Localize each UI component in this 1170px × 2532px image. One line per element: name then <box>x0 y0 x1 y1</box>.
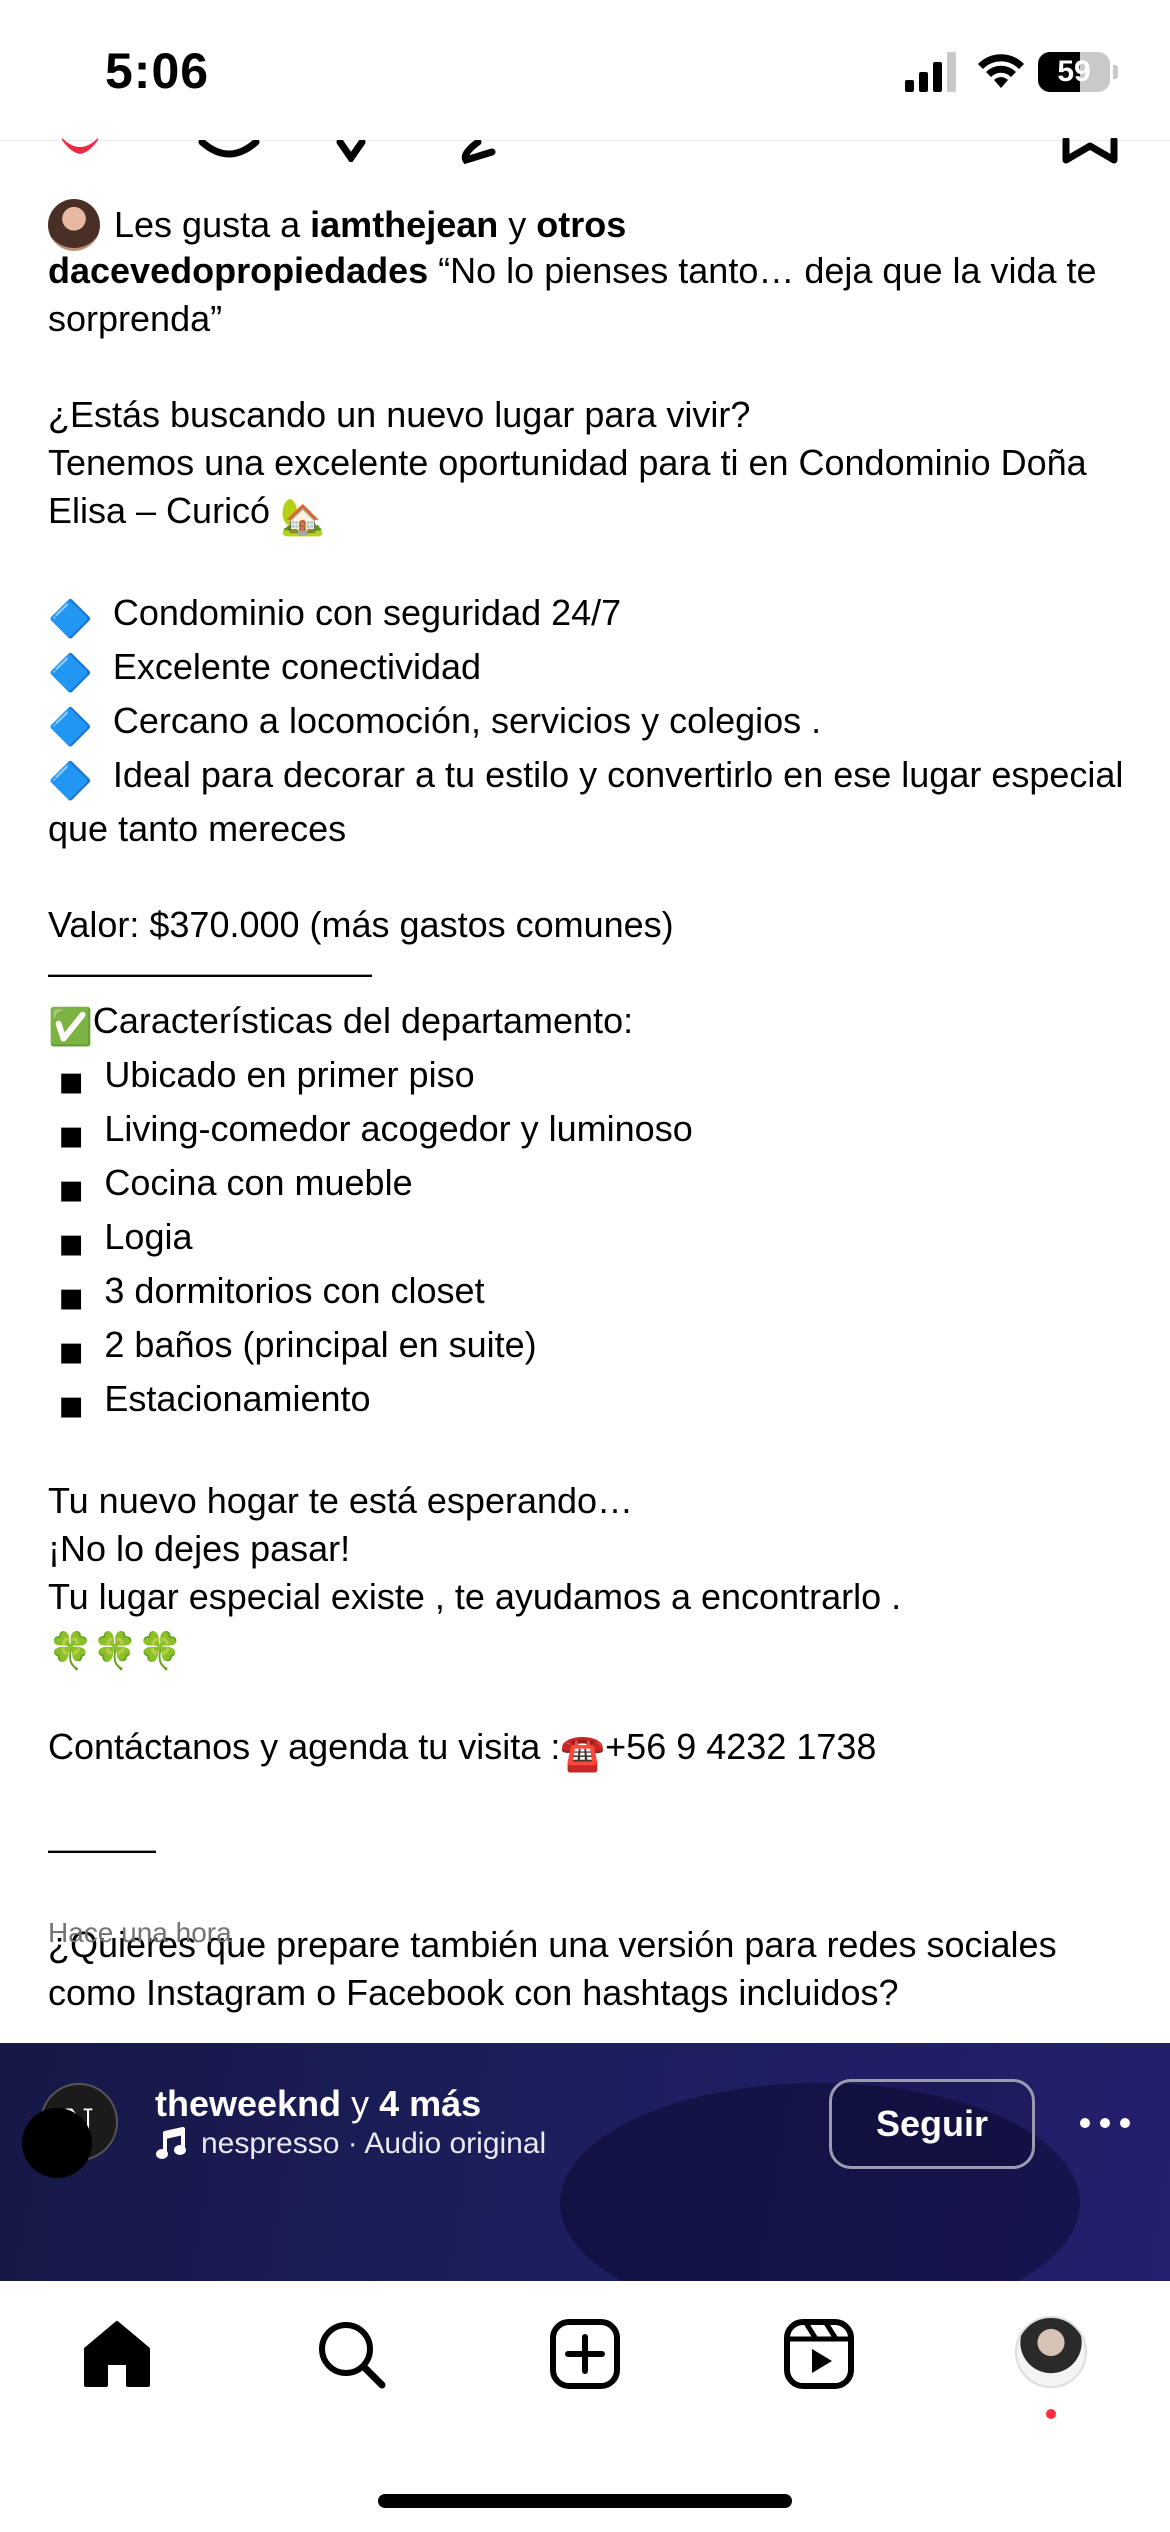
battery-percentage: 59 <box>1057 55 1091 88</box>
home-indicator <box>378 2494 792 2508</box>
reel-author-joiner: y <box>351 2083 370 2124</box>
diamond-emoji: 🔷 <box>48 598 93 639</box>
heart-icon[interactable] <box>60 138 100 174</box>
reel-author-line[interactable]: theweeknd y 4 más <box>155 2083 481 2125</box>
liked-by-row[interactable]: Les gusta a iamthejean y otros <box>48 198 626 252</box>
bookmark-icon[interactable] <box>1062 138 1118 164</box>
square-emoji: ◾ <box>58 1330 85 1371</box>
feature-item: Excelente conectividad <box>112 646 482 687</box>
liked-by-prefix: Les gusta a <box>114 204 301 245</box>
liked-by-others[interactable]: otros <box>536 204 626 246</box>
characteristic-item: Cocina con mueble <box>104 1162 413 1203</box>
music-note-icon <box>156 2127 186 2159</box>
contact-prefix: Contáctanos y agenda tu visita : <box>48 1726 561 1767</box>
square-emoji: ◾ <box>58 1060 85 1101</box>
search-icon[interactable] <box>314 2317 388 2391</box>
follow-button[interactable]: Seguir <box>829 2079 1035 2169</box>
characteristic-item: Estacionamiento <box>104 1378 371 1419</box>
divider-line: ————————— <box>48 952 372 993</box>
characteristic-item: 2 baños (principal en suite) <box>104 1324 537 1365</box>
liked-by-joiner: y <box>508 204 527 245</box>
clover-emojis: 🍀🍀🍀 <box>48 1630 183 1671</box>
characteristic-item: 3 dormitorios con closet <box>104 1270 485 1311</box>
cellular-signal-icon <box>905 52 956 92</box>
price-line: Valor: $370.000 (más gastos comunes) <box>48 904 674 945</box>
diamond-emoji: 🔷 <box>48 652 93 693</box>
repost-icon[interactable] <box>334 140 368 162</box>
caption-intro-1: ¿Estás buscando un nuevo lugar para vivi… <box>48 394 751 435</box>
liked-by-user[interactable]: iamthejean <box>310 204 498 246</box>
feature-item: Cercano a locomoción, servicios y colegi… <box>112 700 822 741</box>
profile-avatar[interactable] <box>1015 2316 1087 2388</box>
reel-audio[interactable]: nespresso · Audio original <box>155 2127 546 2161</box>
reel-audio-label: nespresso · Audio original <box>201 2127 547 2160</box>
square-emoji: ◾ <box>58 1276 85 1317</box>
contact-phone[interactable]: +56 9 4232 1738 <box>605 1726 876 1767</box>
house-emoji: 🏡 <box>280 496 325 537</box>
reels-icon[interactable] <box>782 2317 856 2391</box>
notification-dot <box>1046 2409 1056 2419</box>
characteristics-title: Características del departamento: <box>92 1000 634 1041</box>
square-emoji: ◾ <box>58 1222 85 1263</box>
status-bar: 5:06 59 <box>0 0 1170 141</box>
characteristic-item: Ubicado en primer piso <box>104 1054 475 1095</box>
closing-line-2: ¡No lo dejes pasar! <box>48 1528 351 1569</box>
feature-item: Condominio con seguridad 24/7 <box>112 592 622 633</box>
square-emoji: ◾ <box>58 1114 85 1155</box>
liker-avatar[interactable] <box>48 199 100 251</box>
caption-username[interactable]: dacevedopropiedades <box>48 250 428 291</box>
reel-author-user[interactable]: theweeknd <box>155 2083 341 2124</box>
closing-line-1: Tu nuevo hogar te está esperando… <box>48 1480 634 1521</box>
wifi-icon <box>978 54 1024 88</box>
square-emoji: ◾ <box>58 1384 85 1425</box>
reel-author-more[interactable]: 4 más <box>379 2083 481 2124</box>
more-options-icon[interactable] <box>1075 2103 1135 2143</box>
share-icon[interactable] <box>448 140 498 164</box>
reel-overlay-dot <box>22 2108 92 2178</box>
feature-item: Ideal para decorar a tu estilo y convert… <box>48 754 1134 849</box>
closing-line-3: Tu lugar especial existe , te ayudamos a… <box>48 1576 902 1617</box>
battery-indicator: 59 <box>1038 50 1118 94</box>
phone-emoji: ☎️ <box>560 1732 606 1773</box>
characteristic-item: Living-comedor acogedor y luminoso <box>104 1108 693 1149</box>
status-time: 5:06 <box>105 43 210 99</box>
characteristic-item: Logia <box>104 1216 193 1257</box>
post-timestamp: Hace una hora <box>48 1917 232 1948</box>
home-icon[interactable] <box>80 2317 154 2391</box>
square-emoji: ◾ <box>58 1168 85 1209</box>
diamond-emoji: 🔷 <box>48 760 93 801</box>
caption-intro-2: Tenemos una excelente oportunidad para t… <box>48 442 1097 531</box>
check-emoji: ✅ <box>48 1006 93 1047</box>
post-caption: dacevedopropiedades “No lo pienses tanto… <box>48 247 1128 2017</box>
create-icon[interactable] <box>548 2317 622 2391</box>
diamond-emoji: 🔷 <box>48 706 93 747</box>
comment-icon[interactable] <box>196 140 262 164</box>
divider-line: ——— <box>48 1828 156 1869</box>
reel-preview-bar[interactable]: N theweeknd y 4 más nespresso · Audio or… <box>0 2043 1170 2281</box>
